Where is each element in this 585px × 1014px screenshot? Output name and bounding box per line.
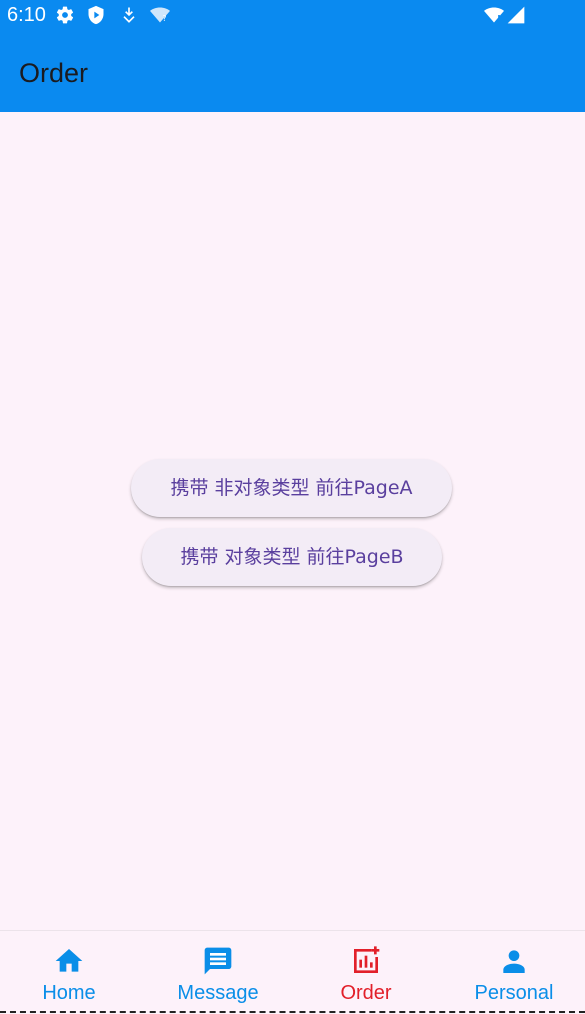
nav-item-message[interactable]: Message	[145, 931, 291, 1011]
wifi-icon	[484, 7, 504, 23]
top-bar: 6:10 ? Order	[0, 0, 585, 112]
download-icon	[123, 7, 135, 23]
home-icon	[55, 949, 83, 972]
nav-label-personal: Personal	[474, 982, 554, 1004]
gear-icon	[56, 6, 74, 24]
shield-icon	[88, 5, 104, 25]
nav-item-home[interactable]: Home	[0, 931, 142, 1011]
status-time: 6:10	[7, 4, 46, 26]
bottom-navigation: Home Message Order Personal	[0, 930, 585, 1014]
nav-label-home: Home	[42, 982, 96, 1004]
page-title: Order	[19, 58, 89, 88]
order-icon	[354, 946, 380, 973]
go-page-a-button[interactable]: 携带 非对象类型 前往PageA	[131, 459, 452, 517]
nav-item-order[interactable]: Order	[293, 931, 439, 1011]
person-icon	[503, 950, 525, 973]
svg-text:?: ?	[163, 14, 167, 23]
status-bar: 6:10 ?	[0, 0, 585, 30]
app-screen: 6:10 ? Order 携带 非对象类型 前往PageA 携带 对象类型 前往…	[0, 0, 585, 1014]
nav-label-order: Order	[340, 982, 392, 1004]
cellular-icon	[507, 6, 525, 24]
go-page-b-button[interactable]: 携带 对象类型 前往PageB	[142, 528, 442, 586]
nav-label-message: Message	[177, 982, 259, 1004]
nav-item-personal[interactable]: Personal	[441, 931, 585, 1011]
wifi-question-icon: ?	[150, 7, 170, 23]
message-icon	[204, 947, 232, 975]
bottom-divider	[0, 1011, 585, 1013]
